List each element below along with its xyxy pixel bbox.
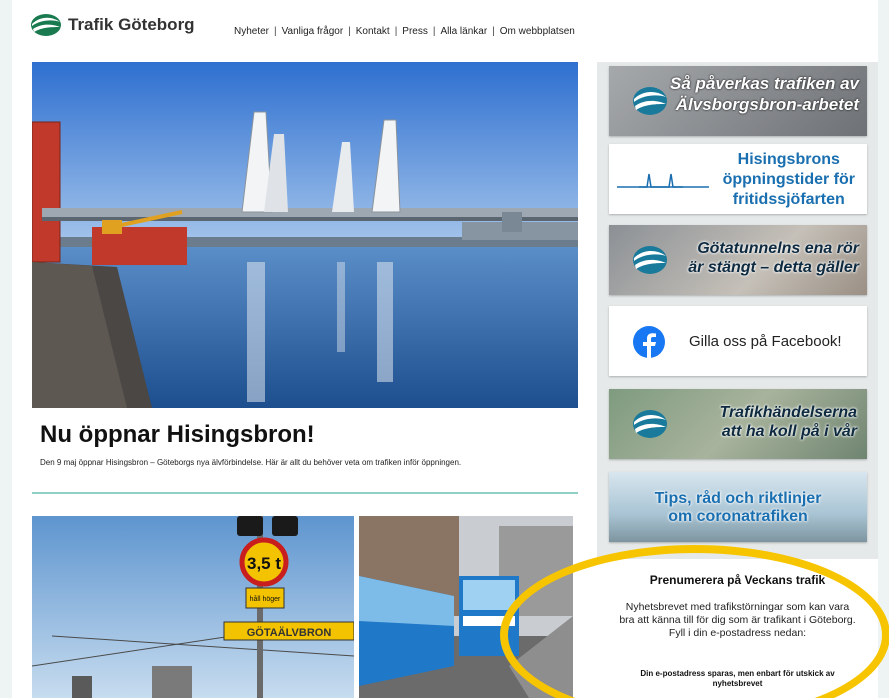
headline-subtext: Den 9 maj öppnar Hisingsbron – Göteborgs…: [40, 458, 462, 467]
tile-facebook[interactable]: Gilla oss på Facebook!: [609, 306, 867, 376]
site-title: Trafik Göteborg: [68, 15, 195, 34]
sign-lane-text: håll höger: [250, 595, 281, 603]
nav-separator: |: [394, 26, 398, 37]
nav-separator: |: [492, 26, 495, 37]
tile-gotatunneln-line1: Götatunnelns ena rör: [697, 240, 859, 257]
trafik-logo-icon: [31, 14, 61, 36]
tile-trafikhandelserna-line2: att ha koll på i vår: [721, 423, 857, 440]
facebook-icon: [633, 326, 665, 358]
nav-nyheter[interactable]: Nyheter: [234, 26, 269, 37]
tile-trafikhandelserna[interactable]: Trafikhändelserna att ha koll på i vår: [609, 389, 867, 459]
bridge-line-icon: [617, 173, 709, 188]
tile-trafikhandelserna-line1: Trafikhändelserna: [719, 404, 857, 421]
sign-weight-text: 3,5 t: [247, 554, 281, 573]
nav-kontakt[interactable]: Kontakt: [356, 26, 390, 37]
site-header: Trafik Göteborg Nyheter | Vanliga frågor…: [12, 0, 878, 62]
nav-press[interactable]: Press: [402, 26, 428, 37]
nav-separator: |: [274, 26, 277, 37]
tile-alvsborgsbron-line2: Älvsborgsbron-arbetet: [675, 95, 859, 114]
swirl-logo-icon: [633, 246, 667, 274]
site-logo[interactable]: Trafik Göteborg: [30, 12, 195, 38]
sign-bridge-text: GÖTAÄLVBRON: [247, 626, 332, 639]
tile-gotatunneln[interactable]: Götatunnelns ena rör är stängt – detta g…: [609, 225, 867, 295]
headline[interactable]: Nu öppnar Hisingsbron!: [40, 421, 315, 449]
tile-alvsborgsbron[interactable]: Så påverkas trafiken av Älvsborgsbron-ar…: [609, 66, 867, 136]
content-divider: [32, 492, 578, 494]
sign-photo[interactable]: 3,5 t håll höger GÖTAÄLVBRON: [32, 516, 354, 698]
tile-facebook-label: Gilla oss på Facebook!: [689, 333, 842, 350]
tile-coronatrafiken-line2: om coronatrafiken: [668, 508, 808, 525]
swirl-logo-icon: [633, 410, 667, 438]
nav-alla-lankar[interactable]: Alla länkar: [440, 26, 487, 37]
tile-gotatunneln-line2: är stängt – detta gäller: [688, 259, 859, 276]
tile-hisingsbron-oppningstider[interactable]: Hisingsbrons öppningstider för fritidssj…: [609, 144, 867, 214]
nav-separator: |: [348, 26, 351, 37]
tile-coronatrafiken-line1: Tips, råd och riktlinjer: [654, 490, 822, 507]
nav-om-webbplatsen[interactable]: Om webbplatsen: [500, 26, 575, 37]
nav-vanliga-fragor[interactable]: Vanliga frågor: [282, 26, 344, 37]
tile-hisingsbron-line1: Hisingsbrons: [737, 151, 840, 168]
tile-hisingsbron-line2: öppningstider för: [722, 171, 855, 188]
nav-separator: |: [432, 26, 436, 37]
tile-coronatrafiken[interactable]: Tips, råd och riktlinjer om coronatrafik…: [609, 472, 867, 542]
top-nav: Nyheter | Vanliga frågor | Kontakt | Pre…: [234, 26, 575, 37]
swirl-logo-icon: [633, 87, 667, 115]
tile-hisingsbron-line3: fritidssjöfarten: [732, 191, 845, 208]
hero-image[interactable]: [32, 62, 578, 408]
tile-alvsborgsbron-line1: Så påverkas trafiken av: [669, 74, 859, 93]
